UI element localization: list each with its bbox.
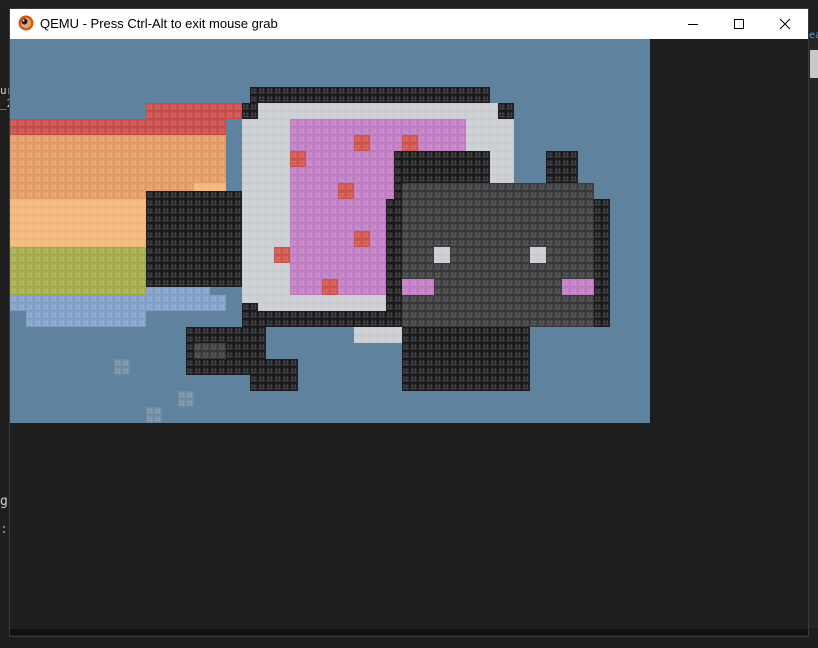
nyan-cat-ascii-art — [10, 87, 610, 423]
cat-head-fill — [402, 183, 594, 327]
sprinkle — [338, 183, 354, 199]
close-icon — [779, 18, 791, 30]
cat-eye — [434, 247, 450, 263]
sparkle — [114, 359, 130, 375]
sparkle — [146, 407, 162, 423]
cat-cheek — [402, 279, 434, 295]
qemu-window[interactable]: QEMU - Press Ctrl-Alt to exit mouse grab — [9, 8, 809, 637]
background-text-fragment: ea — [809, 30, 818, 41]
background-scrollbar-thumb[interactable] — [810, 50, 818, 78]
sparkle — [178, 391, 194, 407]
cat-back-leg — [250, 359, 298, 391]
rainbow-blue — [26, 311, 146, 327]
sprinkle — [322, 279, 338, 295]
cat-ear-outline — [546, 151, 578, 183]
pastry-outline — [250, 87, 490, 103]
maximize-button[interactable] — [716, 9, 762, 39]
cat-eye — [530, 247, 546, 263]
rainbow-yellow — [10, 199, 146, 247]
cat-paw — [194, 343, 226, 359]
sprinkle — [402, 135, 418, 151]
window-title: QEMU - Press Ctrl-Alt to exit mouse grab — [40, 16, 278, 31]
rainbow-green — [10, 247, 162, 263]
qemu-icon — [18, 15, 34, 31]
sprinkle — [354, 135, 370, 151]
rainbow-blue — [10, 295, 226, 311]
rainbow-orange — [146, 135, 226, 151]
cat-tail — [146, 191, 242, 287]
cat-front-leg — [482, 359, 530, 391]
window-bottom-edge — [10, 629, 808, 635]
sprinkle — [274, 247, 290, 263]
minimize-button[interactable] — [670, 9, 716, 39]
sprinkle — [290, 151, 306, 167]
title-bar[interactable]: QEMU - Press Ctrl-Alt to exit mouse grab — [10, 9, 808, 39]
rainbow-green — [10, 279, 146, 295]
pastry-crust — [258, 295, 402, 311]
vm-display[interactable] — [10, 39, 808, 635]
rainbow-red — [146, 103, 242, 119]
cat-cheek — [562, 279, 594, 295]
background-window-top — [0, 0, 818, 8]
close-button[interactable] — [762, 9, 808, 39]
background-scrollbar[interactable] — [809, 38, 818, 628]
guest-screen[interactable] — [10, 39, 650, 423]
pastry-crust — [258, 103, 498, 119]
minimize-icon — [688, 24, 698, 25]
maximize-icon — [734, 19, 744, 29]
sprinkle — [354, 231, 370, 247]
